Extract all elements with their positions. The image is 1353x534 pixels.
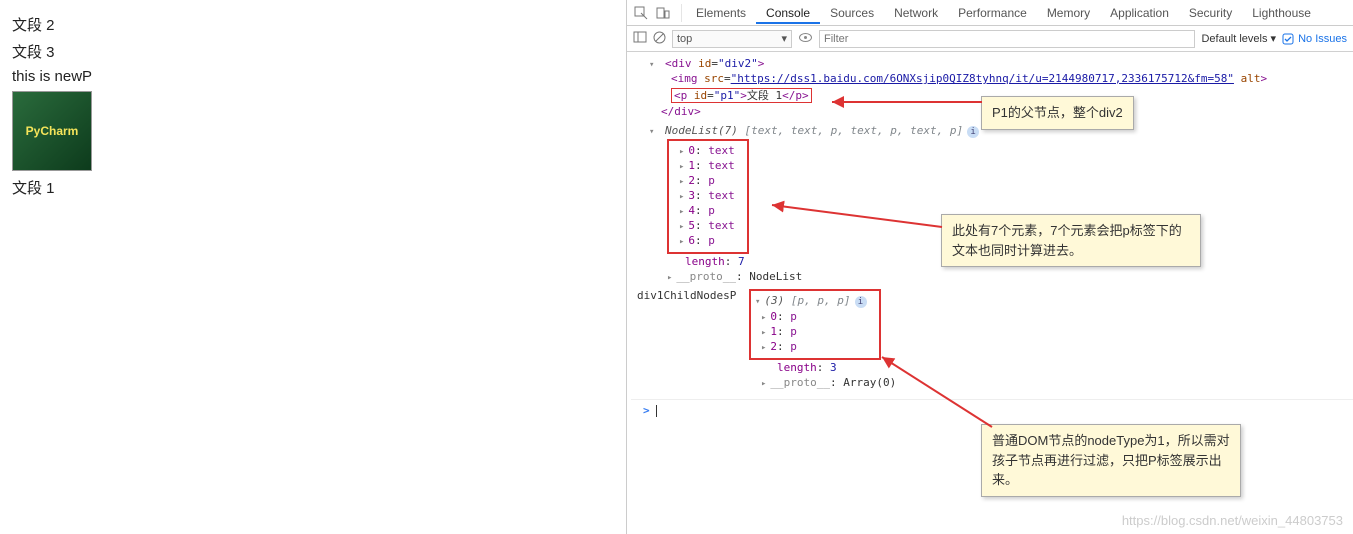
nl-item-2[interactable]: 2: p — [673, 173, 735, 188]
log-levels-dropdown[interactable]: Default levels ▾ — [1201, 32, 1276, 45]
rendered-page: 文段 2 文段 3 this is newP PyCharm 文段 1 — [0, 0, 620, 212]
tab-sources[interactable]: Sources — [820, 2, 884, 24]
watermark: https://blog.csdn.net/weixin_44803753 — [1122, 513, 1343, 528]
context-selector[interactable]: top▾ — [672, 30, 792, 48]
arr-item-0[interactable]: 0: p — [755, 309, 867, 324]
log-div-open[interactable]: <div id="div2"> — [631, 56, 1353, 71]
console-toolbar: top▾ Default levels ▾ No Issues — [627, 26, 1353, 52]
paragraph-2: 文段 2 — [12, 14, 608, 35]
devtools-panel: Elements Console Sources Network Perform… — [626, 0, 1353, 534]
console-prompt[interactable]: > — [631, 399, 1353, 418]
log-img[interactable]: <img src="https://dss1.baidu.com/6ONXsji… — [631, 71, 1353, 86]
paragraph-new: this is newP — [12, 68, 608, 85]
nl-item-5[interactable]: 5: text — [673, 218, 735, 233]
arr-item-1[interactable]: 1: p — [755, 324, 867, 339]
tab-application[interactable]: Application — [1100, 2, 1179, 24]
paragraph-1: 文段 1 — [12, 177, 608, 198]
live-expression-icon[interactable] — [798, 31, 813, 47]
device-mode-icon[interactable] — [655, 5, 671, 21]
toggle-sidebar-icon[interactable] — [633, 30, 647, 47]
tab-security[interactable]: Security — [1179, 2, 1242, 24]
nl-item-3[interactable]: 3: text — [673, 188, 735, 203]
tab-lighthouse[interactable]: Lighthouse — [1242, 2, 1321, 24]
devtools-tabstrip: Elements Console Sources Network Perform… — [627, 0, 1353, 26]
info-icon[interactable]: i — [967, 126, 979, 138]
arr-length[interactable]: length: 3 — [749, 360, 896, 375]
tab-memory[interactable]: Memory — [1037, 2, 1100, 24]
tab-console[interactable]: Console — [756, 2, 820, 24]
clear-console-icon[interactable] — [653, 31, 666, 47]
arr-item-2[interactable]: 2: p — [755, 339, 867, 354]
filter-input[interactable] — [819, 30, 1195, 48]
tab-network[interactable]: Network — [884, 2, 948, 24]
nl-item-6[interactable]: 6: p — [673, 233, 735, 248]
nl-item-1[interactable]: 1: text — [673, 158, 735, 173]
annotation-3: 普通DOM节点的nodeType为1，所以需对孩子节点再进行过滤，只把P标签展示… — [981, 424, 1241, 497]
nl-item-0[interactable]: 0: text — [673, 143, 735, 158]
nl-item-4[interactable]: 4: p — [673, 203, 735, 218]
annotation-2: 此处有7个元素，7个元素会把p标签下的文本也同时计算进去。 — [941, 214, 1201, 267]
arrow-2 — [767, 197, 947, 237]
issues-button[interactable]: No Issues — [1282, 33, 1347, 45]
arr-proto[interactable]: __proto__: Array(0) — [749, 375, 896, 390]
pycharm-logo-image: PyCharm — [12, 91, 92, 171]
log-childnodes[interactable]: div1ChildNodesP (3) [p, p, p]i 0: p 1: p… — [631, 288, 1353, 391]
nl-proto[interactable]: __proto__: NodeList — [631, 269, 1353, 284]
nodelist-items-frame: 0: text 1: text 2: p 3: text 4: p 5: tex… — [667, 139, 749, 254]
paragraph-3: 文段 3 — [12, 41, 608, 62]
annotation-1: P1的父节点，整个div2 — [981, 96, 1134, 130]
tab-elements[interactable]: Elements — [686, 2, 756, 24]
info-icon[interactable]: i — [855, 296, 867, 308]
inspect-icon[interactable] — [633, 5, 649, 21]
tab-performance[interactable]: Performance — [948, 2, 1037, 24]
console-output[interactable]: <div id="div2"> <img src="https://dss1.b… — [627, 52, 1353, 534]
